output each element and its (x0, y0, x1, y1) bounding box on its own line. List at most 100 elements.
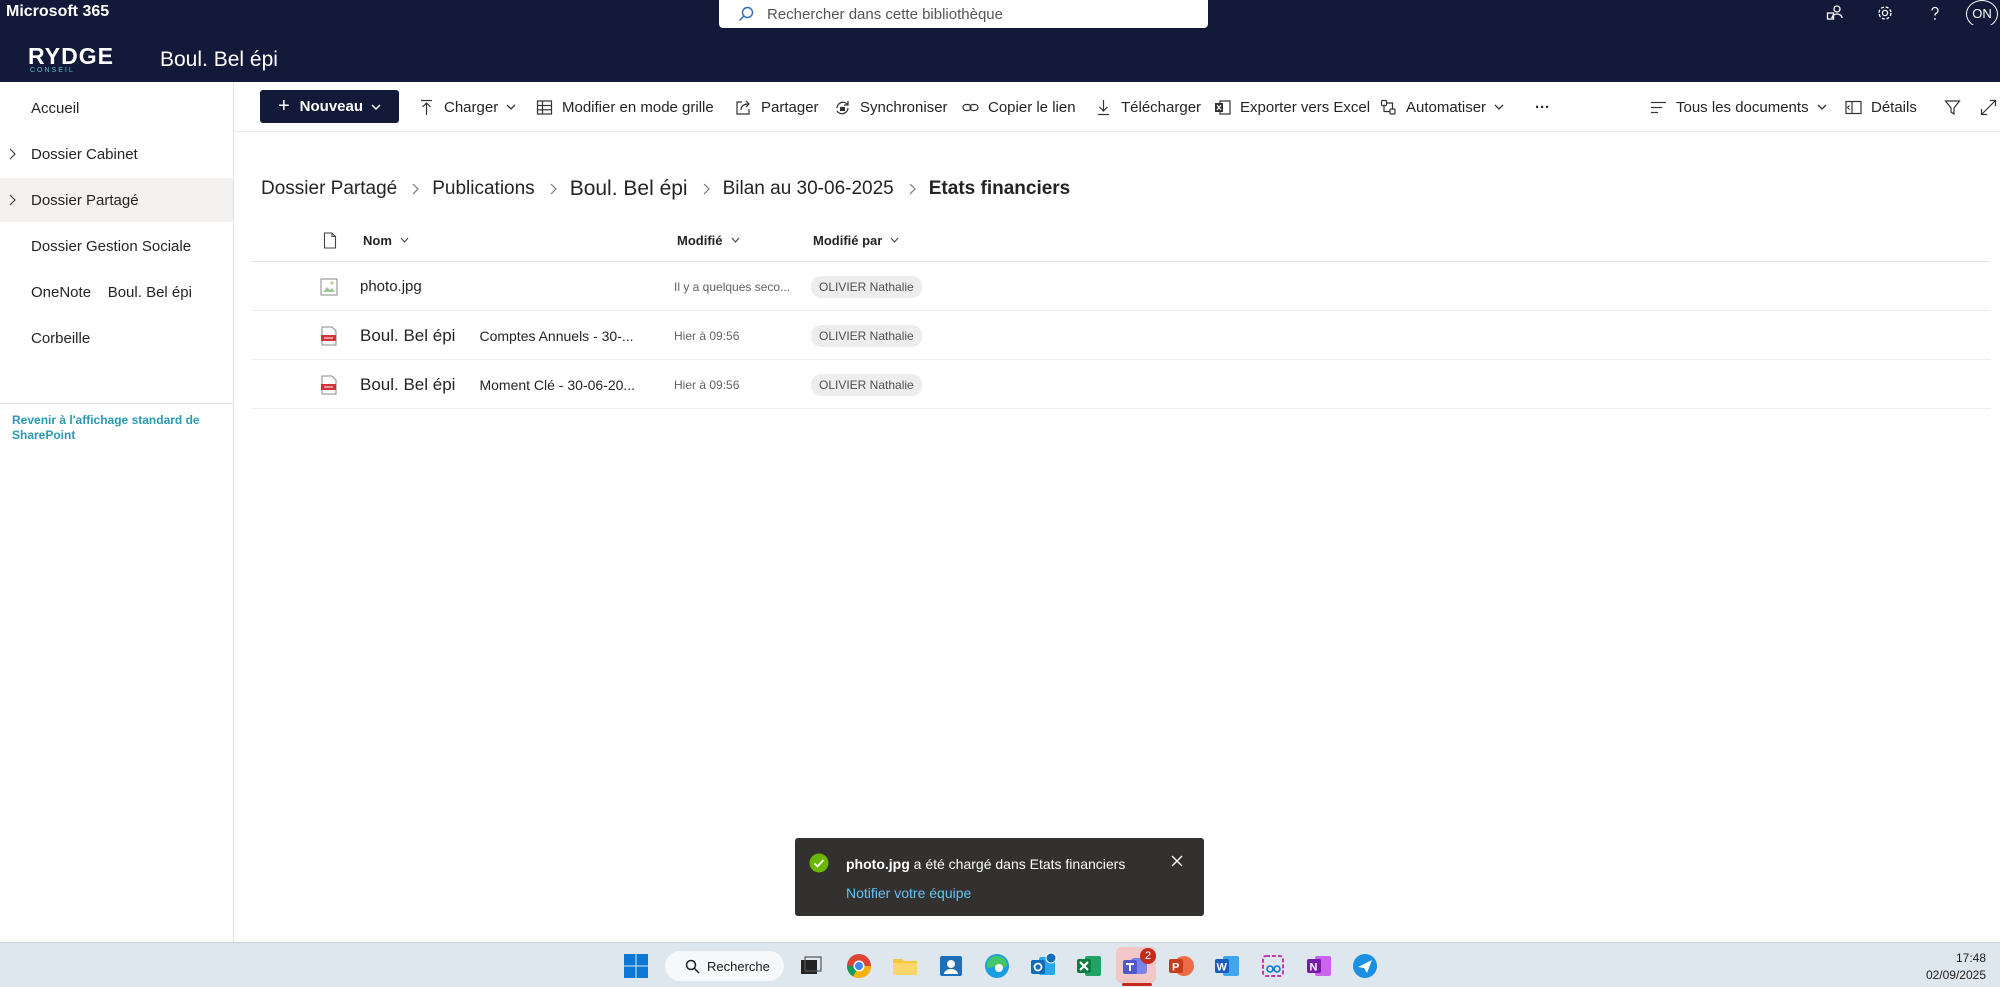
help-icon[interactable] (1910, 0, 1960, 25)
chevron-down-icon (1817, 104, 1827, 110)
chevron-right-icon[interactable] (7, 148, 17, 160)
excel-icon (1215, 99, 1231, 115)
chevron-right-icon[interactable] (7, 194, 17, 206)
breadcrumb-item-boul-bel-epi[interactable]: Boul. Bel épi (570, 177, 688, 201)
file-name-suffix[interactable]: Comptes Annuels - 30-... (479, 328, 633, 344)
sync-button[interactable]: Synchroniser (834, 82, 948, 132)
export-excel-label: Exporter vers Excel (1240, 98, 1371, 116)
active-app-underline (1122, 983, 1152, 986)
gear-icon[interactable] (1860, 0, 1910, 25)
nav-item-onenote[interactable]: OneNote Boul. Bel épi (0, 270, 233, 314)
breadcrumb-item-publications[interactable]: Publications (432, 178, 534, 200)
nav-divider (0, 403, 233, 404)
share-icon (736, 100, 750, 115)
file-name[interactable]: photo.jpg (360, 278, 422, 295)
column-header-modified[interactable]: Modifié (677, 218, 740, 262)
search-input[interactable] (767, 5, 1167, 23)
toast-message: photo.jpg a été chargé dans Etats financ… (846, 856, 1125, 872)
upload-label: Charger (444, 98, 499, 116)
send-app-icon[interactable] (1351, 952, 1379, 980)
breadcrumb-item-bilan[interactable]: Bilan au 30-06-2025 (723, 178, 894, 200)
modified-cell: Hier à 09:56 (674, 328, 740, 343)
classic-view-link[interactable]: Revenir à l'affichage standard de ShareP… (12, 413, 212, 443)
excel-icon[interactable] (1075, 952, 1103, 980)
windows-taskbar: Recherche 2 P W N 17:48 02/09/2025 (0, 942, 2000, 987)
file-explorer-icon[interactable] (891, 952, 919, 980)
site-logo[interactable]: RYDGE CONSEIL (28, 43, 113, 75)
site-header: RYDGE CONSEIL Boul. Bel épi (0, 25, 2000, 82)
chevron-right-icon (703, 183, 710, 195)
nav-item-corbeille[interactable]: Corbeille (0, 316, 233, 360)
person-chip[interactable]: OLIVIER Nathalie (811, 373, 922, 396)
onenote-icon[interactable]: N (1305, 952, 1333, 980)
nav-item-dossier-gestion-sociale[interactable]: Dossier Gestion Sociale (0, 224, 233, 268)
word-icon[interactable]: W (1213, 952, 1241, 980)
nav-item-dossier-partage[interactable]: Dossier Partagé (0, 178, 233, 222)
modified-cell: Hier à 09:56 (674, 377, 740, 392)
pdf-file-icon (321, 375, 337, 395)
file-name-cell[interactable]: Boul. Bel épi Comptes Annuels - 30-... (360, 311, 634, 360)
view-selector[interactable]: Tous les documents (1650, 82, 1827, 132)
table-row[interactable]: photo.jpg Il y a quelques seco... OLIVIE… (252, 262, 1990, 311)
fullscreen-button[interactable] (1980, 82, 2000, 132)
windows-start-icon[interactable] (622, 952, 650, 980)
file-name-suffix[interactable]: Moment Clé - 30-06-20... (479, 377, 635, 393)
table-row[interactable]: Boul. Bel épi Comptes Annuels - 30-... H… (252, 311, 1990, 360)
copy-link-button[interactable]: Copier le lien (962, 82, 1076, 132)
edge-icon[interactable] (983, 952, 1011, 980)
clock-time: 17:48 (1955, 951, 1986, 965)
column-header-modified-by[interactable]: Modifié par (813, 218, 899, 262)
file-name[interactable]: Boul. Bel épi (360, 326, 455, 346)
person-chip[interactable]: OLIVIER Nathalie (811, 275, 922, 298)
taskbar-search[interactable]: Recherche (665, 951, 784, 981)
contacts-app-icon[interactable] (937, 952, 965, 980)
automate-button[interactable]: Automatiser (1380, 82, 1504, 132)
sync-label: Synchroniser (860, 98, 948, 116)
outlook-icon[interactable] (1029, 952, 1057, 980)
share-people-icon[interactable] (1810, 0, 1860, 25)
nav-item-label: Dossier Partagé (31, 191, 139, 209)
filter-button[interactable] (1944, 82, 1970, 132)
chevron-right-icon (550, 183, 557, 195)
chrome-icon[interactable] (845, 952, 873, 980)
command-bar: + Nouveau Charger Modifier en mode grill… (234, 82, 2000, 132)
upload-button[interactable]: Charger (418, 82, 516, 132)
column-header-name[interactable]: Nom (363, 218, 409, 262)
nav-item-accueil[interactable]: Accueil (0, 86, 233, 130)
download-button[interactable]: Télécharger (1095, 82, 1201, 132)
system-clock[interactable]: 17:48 02/09/2025 (1926, 950, 1986, 984)
table-row[interactable]: Boul. Bel épi Moment Clé - 30-06-20... H… (252, 360, 1990, 409)
nav-item-dossier-cabinet[interactable]: Dossier Cabinet (0, 132, 233, 176)
toast-message-text: a été chargé dans Etats financiers (913, 856, 1126, 872)
export-excel-button[interactable]: Exporter vers Excel (1214, 82, 1370, 132)
details-button[interactable]: Détails (1845, 82, 1917, 132)
breadcrumb-item-dossier-partage[interactable]: Dossier Partagé (261, 178, 397, 200)
search-box[interactable] (719, 0, 1208, 28)
file-name[interactable]: Boul. Bel épi (360, 375, 455, 395)
file-name-cell[interactable]: photo.jpg (360, 262, 422, 311)
link-icon (962, 103, 979, 111)
snipping-tool-icon[interactable] (1259, 952, 1287, 980)
chevron-down-icon (371, 103, 381, 110)
person-chip[interactable]: OLIVIER Nathalie (811, 324, 922, 347)
more-commands-button[interactable]: ··· (1535, 82, 1550, 132)
nav-item-label: Corbeille (31, 329, 91, 347)
file-name-cell[interactable]: Boul. Bel épi Moment Clé - 30-06-20... (360, 360, 635, 409)
site-title[interactable]: Boul. Bel épi (160, 48, 278, 72)
user-avatar[interactable]: ON (1966, 0, 1998, 28)
column-header-label: Nom (363, 232, 392, 248)
new-button[interactable]: + Nouveau (260, 90, 399, 123)
column-header-label: Modifié par (813, 232, 883, 248)
more-icon: ··· (1535, 98, 1550, 116)
task-view-icon[interactable] (797, 952, 825, 980)
grid-edit-button[interactable]: Modifier en mode grille (536, 82, 714, 132)
powerpoint-icon[interactable]: P (1167, 952, 1195, 980)
share-button[interactable]: Partager (735, 82, 819, 132)
notify-team-link[interactable]: Notifier votre équipe (846, 885, 971, 901)
chevron-down-icon (731, 237, 739, 243)
close-icon[interactable] (1170, 854, 1184, 868)
file-type-column-header[interactable] (323, 218, 337, 262)
chevron-down-icon (890, 237, 899, 243)
microsoft-365-brand[interactable]: Microsoft 365 (6, 3, 109, 21)
automate-icon (1380, 99, 1396, 115)
